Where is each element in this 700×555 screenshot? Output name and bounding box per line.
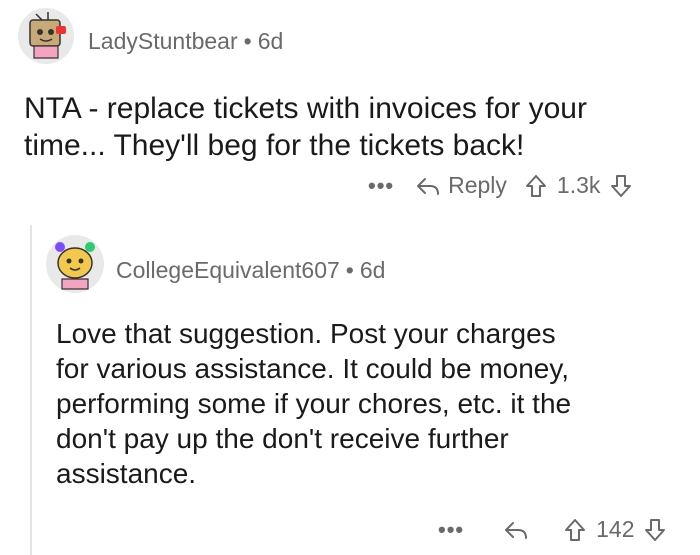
downvote-icon[interactable] — [610, 174, 632, 198]
comment-age: 6d — [257, 28, 284, 54]
separator: • — [345, 257, 354, 283]
comment-text-line: Love that suggestion. Post your charges — [56, 318, 556, 349]
upvote-icon[interactable] — [525, 174, 547, 198]
comment-text-line: performing some if your chores, etc. it … — [56, 388, 572, 419]
reply-button[interactable]: Reply — [416, 172, 507, 199]
comment-text-line: assistance. — [56, 458, 197, 489]
avatar-icon[interactable] — [46, 235, 104, 293]
separator: • — [243, 28, 252, 54]
username[interactable]: LadyStuntbear — [88, 28, 238, 54]
comment-body: Love that suggestion. Post your charges … — [56, 316, 571, 491]
reply-label: Reply — [448, 172, 507, 198]
thread-line[interactable] — [30, 225, 32, 555]
comment-age: 6d — [359, 257, 386, 283]
comment-text-line: for various assistance. It could be mone… — [56, 353, 570, 384]
vote-score: 142 — [596, 516, 635, 542]
downvote-icon[interactable] — [644, 518, 666, 542]
comment-meta: LadyStuntbear • 6d — [88, 28, 283, 55]
reply-icon — [416, 176, 440, 196]
comment-actions: ••• Reply 1.3k — [368, 172, 632, 199]
upvote-icon[interactable] — [564, 518, 586, 542]
username[interactable]: CollegeEquivalent607 — [116, 257, 340, 283]
more-options-button[interactable]: ••• — [438, 517, 464, 543]
comment-meta: CollegeEquivalent607 • 6d — [116, 257, 385, 284]
vote-score: 1.3k — [556, 172, 601, 198]
comment-text-line: time... They'll beg for the tickets back… — [24, 129, 525, 162]
reply-icon[interactable] — [504, 520, 528, 540]
comment-text-line: NTA - replace tickets with invoices for … — [24, 92, 587, 125]
comment-text-line: don't pay up the don't receive further — [56, 423, 509, 454]
more-options-button[interactable]: ••• — [368, 173, 394, 199]
comment-body: NTA - replace tickets with invoices for … — [24, 90, 587, 164]
avatar-icon[interactable] — [18, 8, 74, 64]
comment-actions: ••• 142 — [438, 516, 666, 543]
